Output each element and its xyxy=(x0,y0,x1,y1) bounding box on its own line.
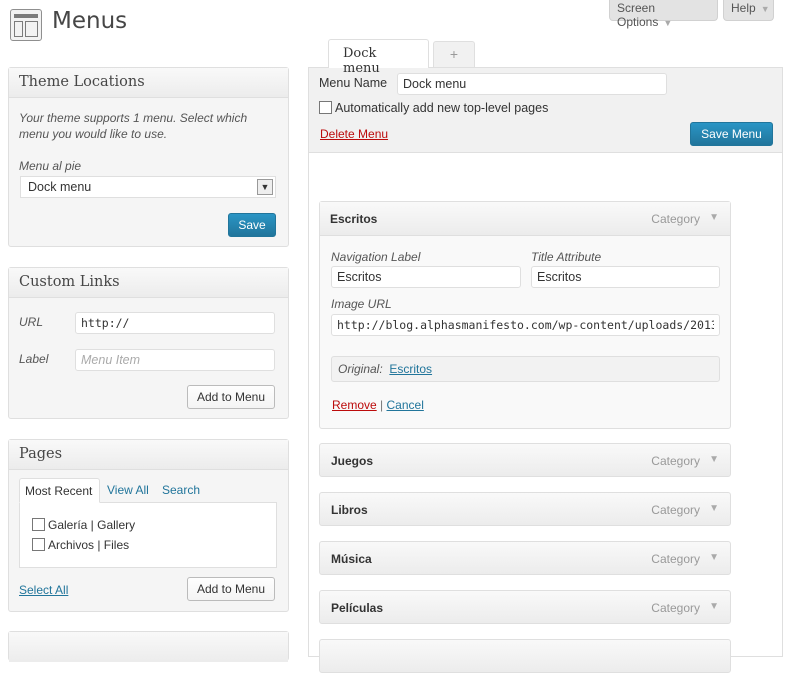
link-text-label: Label xyxy=(19,352,49,366)
pages-title: Pages xyxy=(9,440,288,470)
menu-item-juegos[interactable]: Juegos Category ▼ xyxy=(319,443,731,477)
theme-locations-title: Theme Locations xyxy=(9,68,288,98)
menu-item-peliculas[interactable]: Películas Category ▼ xyxy=(319,590,731,624)
page-checkbox[interactable] xyxy=(32,538,45,551)
menu-location-select[interactable]: Dock menu ▼ xyxy=(20,176,276,198)
list-item[interactable]: Archivos | Files xyxy=(32,538,129,552)
menu-item-type: Category xyxy=(651,601,700,615)
menu-location-value: Dock menu xyxy=(28,180,92,194)
plus-icon: + xyxy=(449,46,459,62)
tab-search[interactable]: Search xyxy=(162,483,200,497)
page-label: Galería | Gallery xyxy=(48,518,136,532)
theme-locations-box: Theme Locations Your theme supports 1 me… xyxy=(8,67,289,247)
add-menu-tab[interactable]: + xyxy=(433,41,475,67)
list-item[interactable]: Galería | Gallery xyxy=(32,518,135,532)
nav-label-label: Navigation Label xyxy=(331,250,421,264)
menu-name-label: Menu Name xyxy=(319,76,388,90)
menu-item-title: Películas xyxy=(331,601,384,615)
menu-item-title: Libros xyxy=(331,503,368,517)
add-custom-link-button[interactable]: Add to Menu xyxy=(187,385,275,409)
select-all-link[interactable]: Select All xyxy=(19,583,68,597)
tab-most-recent[interactable]: Most Recent xyxy=(19,478,100,503)
action-separator: | xyxy=(380,398,384,412)
auto-add-option[interactable]: Automatically add new top-level pages xyxy=(319,101,548,115)
tab-most-recent-label: Most Recent xyxy=(25,484,93,498)
menu-item-type: Category xyxy=(651,552,700,566)
save-menu-button[interactable]: Save Menu xyxy=(690,122,773,146)
chevron-down-icon[interactable]: ▼ xyxy=(709,454,719,465)
menu-tab-dock-menu[interactable]: Dock menu xyxy=(328,39,429,76)
next-box-header xyxy=(9,632,288,662)
original-box: Original: Escritos xyxy=(331,356,720,382)
auto-add-checkbox[interactable] xyxy=(319,101,332,114)
remove-link[interactable]: Remove xyxy=(332,398,377,412)
menu-item-handle[interactable]: Escritos Category ▼ xyxy=(320,202,730,236)
chevron-down-icon[interactable]: ▼ xyxy=(709,601,719,612)
custom-links-title: Custom Links xyxy=(9,268,288,298)
menu-item-type: Category xyxy=(651,454,700,468)
chevron-down-icon: ▼ xyxy=(760,4,770,14)
pages-list: Galería | Gallery Archivos | Files xyxy=(19,502,277,568)
chevron-down-icon[interactable]: ▼ xyxy=(709,552,719,563)
chevron-down-icon[interactable]: ▼ xyxy=(709,503,719,514)
url-label: URL xyxy=(19,315,44,329)
menu-tab-label: Dock menu xyxy=(343,46,380,76)
chevron-down-icon: ▼ xyxy=(257,179,273,195)
save-locations-button[interactable]: Save xyxy=(228,213,276,237)
delete-menu-link[interactable]: Delete Menu xyxy=(320,127,388,141)
link-text-input[interactable] xyxy=(75,349,275,371)
help-button[interactable]: Help ▼ xyxy=(723,0,774,21)
nav-label-input[interactable] xyxy=(331,266,521,288)
menu-item-libros[interactable]: Libros Category ▼ xyxy=(319,492,731,526)
menu-item-expanded: Escritos Category ▼ Navigation Label Tit… xyxy=(319,201,731,429)
pages-box: Pages Most Recent View All Search Galerí… xyxy=(8,439,289,612)
menu-name-input[interactable] xyxy=(397,73,667,95)
menu-location-label: Menu al pie xyxy=(19,159,82,173)
menu-item-title: Juegos xyxy=(331,454,374,468)
menu-editor-header: Menu Name Automatically add new top-leve… xyxy=(309,68,782,153)
menu-item-type: Category xyxy=(651,503,700,517)
add-pages-button[interactable]: Add to Menu xyxy=(187,577,275,601)
title-attribute-input[interactable] xyxy=(531,266,720,288)
menu-item-next[interactable] xyxy=(319,639,731,673)
menu-item-musica[interactable]: Música Category ▼ xyxy=(319,541,731,575)
original-link[interactable]: Escritos xyxy=(389,362,432,376)
image-url-input[interactable] xyxy=(331,314,720,336)
chevron-down-icon: ▼ xyxy=(663,18,673,28)
page-title: Menus xyxy=(52,8,128,34)
tab-view-all[interactable]: View All xyxy=(107,483,149,497)
url-input[interactable] xyxy=(75,312,275,334)
auto-add-label: Automatically add new top-level pages xyxy=(335,101,549,115)
menus-icon xyxy=(10,9,42,41)
page-label: Archivos | Files xyxy=(48,538,130,552)
next-box xyxy=(8,631,289,662)
menu-item-type: Category xyxy=(651,212,700,226)
screen-options-button[interactable]: Screen Options ▼ xyxy=(609,0,718,29)
chevron-down-icon[interactable]: ▼ xyxy=(709,212,719,223)
original-label: Original: xyxy=(338,362,383,376)
cancel-link[interactable]: Cancel xyxy=(387,398,424,412)
screen-options-label: Screen Options xyxy=(617,1,659,29)
item-actions: Remove | Cancel xyxy=(332,398,424,412)
title-attribute-label: Title Attribute xyxy=(531,250,602,264)
menu-item-title: Escritos xyxy=(330,212,378,226)
theme-locations-description: Your theme supports 1 menu. Select which… xyxy=(19,111,248,141)
custom-links-box: Custom Links URL Label Add to Menu xyxy=(8,267,289,419)
help-label: Help xyxy=(731,1,756,15)
page-checkbox[interactable] xyxy=(32,518,45,531)
menu-item-title: Música xyxy=(331,552,372,566)
image-url-label: Image URL xyxy=(331,297,392,311)
